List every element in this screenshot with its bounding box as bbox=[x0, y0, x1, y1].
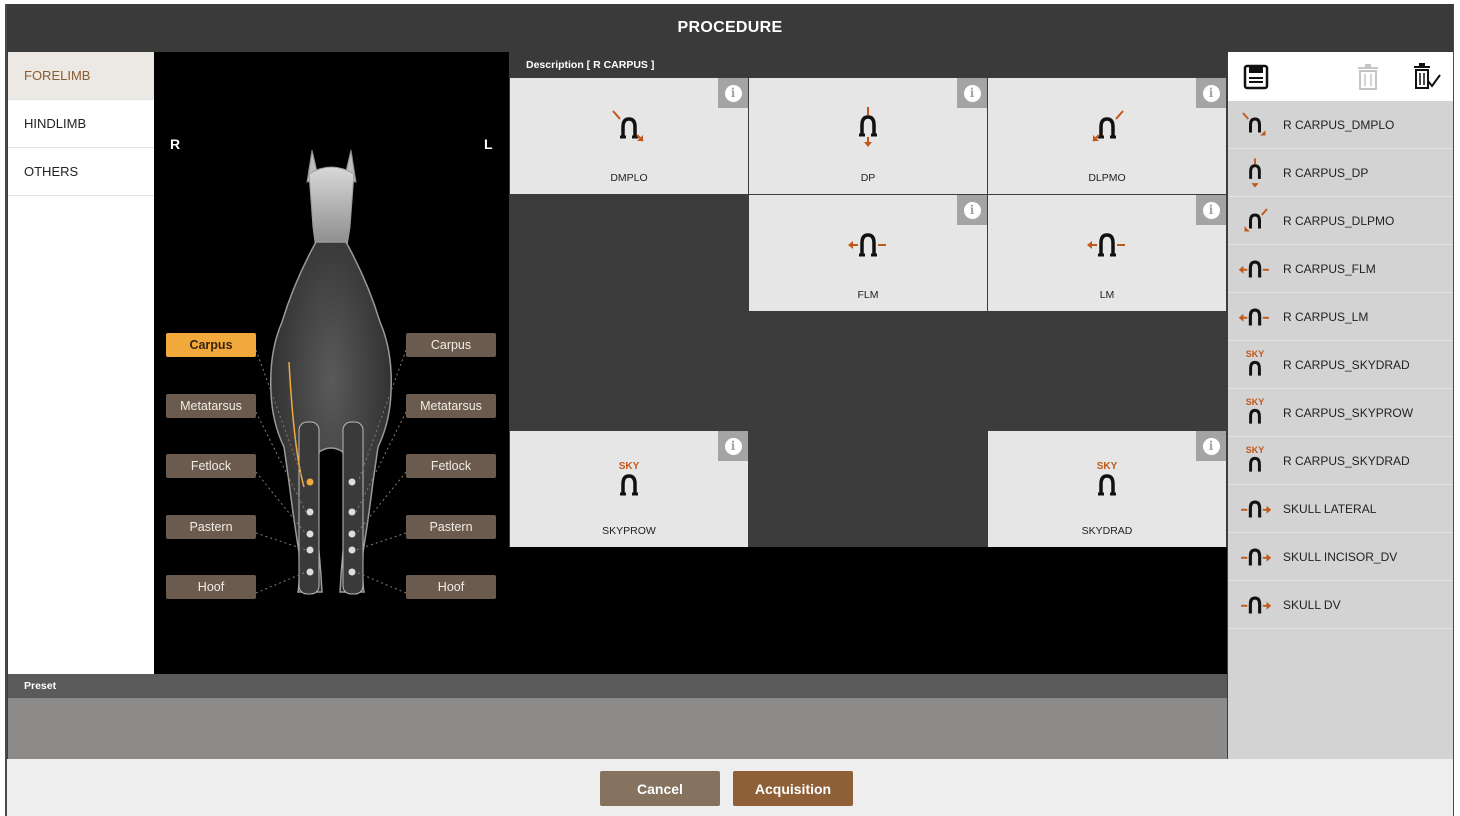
horseshoe-arrow-dmplo-icon bbox=[510, 102, 748, 152]
delete-icon[interactable] bbox=[1353, 62, 1383, 92]
procedure-item[interactable]: SKULL DV bbox=[1228, 581, 1453, 629]
projection-cell-dmplo[interactable]: i DMPLO bbox=[510, 78, 748, 194]
horseshoe-sky-icon: SKY bbox=[510, 455, 748, 505]
procedure-item[interactable]: SKULL INCISOR_DV bbox=[1228, 533, 1453, 581]
projection-caption: SKYPROW bbox=[602, 525, 656, 537]
category-hindlimb[interactable]: HINDLIMB bbox=[8, 100, 154, 148]
projection-cell-skyprow[interactable]: i SKY SKYPROW bbox=[510, 431, 748, 547]
procedure-item-label: R CARPUS_LM bbox=[1283, 309, 1369, 324]
procedure-item[interactable]: R CARPUS_FLM bbox=[1228, 245, 1453, 293]
delete-all-icon[interactable] bbox=[1412, 62, 1442, 92]
part-left-carpus[interactable]: Carpus bbox=[406, 333, 496, 357]
save-icon[interactable] bbox=[1241, 62, 1271, 92]
procedure-item[interactable]: R CARPUS_DMPLO bbox=[1228, 101, 1453, 149]
category-list: FORELIMB HINDLIMB OTHERS bbox=[8, 52, 154, 674]
grid-empty-area bbox=[509, 547, 1227, 674]
procedure-item-label: SKULL INCISOR_DV bbox=[1283, 549, 1398, 564]
horseshoe-arrow-dp-icon bbox=[749, 102, 987, 152]
horse-panel: R L Carpus Metatarsus Fetlock Pastern Ho… bbox=[154, 52, 509, 674]
procedure-item[interactable]: R CARPUS_DLPMO bbox=[1228, 197, 1453, 245]
horseshoe-sky-icon: SKY bbox=[1232, 441, 1278, 481]
procedure-item-label: R CARPUS_DLPMO bbox=[1283, 213, 1395, 228]
projection-cell-flm[interactable]: i FLM bbox=[749, 195, 987, 311]
projection-caption: LM bbox=[1099, 289, 1115, 301]
horseshoe-arrow-dmplo-icon bbox=[1232, 105, 1278, 145]
part-left-metatarsus[interactable]: Metatarsus bbox=[406, 394, 496, 418]
procedure-toolbar bbox=[1228, 52, 1453, 101]
procedure-list-panel: R CARPUS_DMPLO R CARPUS_DP R CARPUS_DLPM… bbox=[1228, 52, 1453, 759]
part-right-pastern[interactable]: Pastern bbox=[166, 515, 256, 539]
description-bar: Description [ R CARPUS ] bbox=[510, 52, 1227, 77]
horseshoe-sky-icon: SKY bbox=[1232, 345, 1278, 385]
horseshoe-arrow-skull-icon bbox=[1232, 585, 1278, 625]
part-left-fetlock[interactable]: Fetlock bbox=[406, 454, 496, 478]
procedure-item[interactable]: SKY R CARPUS_SKYDRAD bbox=[1228, 437, 1453, 485]
projection-caption: SKYDRAD bbox=[1081, 525, 1133, 537]
window-title: PROCEDURE bbox=[7, 4, 1453, 52]
acquisition-button[interactable]: Acquisition bbox=[733, 771, 853, 806]
projection-cell-skydrad[interactable]: i SKY SKYDRAD bbox=[988, 431, 1226, 547]
procedure-item[interactable]: R CARPUS_LM bbox=[1228, 293, 1453, 341]
procedure-item-label: R CARPUS_FLM bbox=[1283, 261, 1376, 276]
preset-header: Preset bbox=[8, 674, 1227, 698]
horseshoe-sky-icon: SKY bbox=[1232, 393, 1278, 433]
procedure-item[interactable]: SKY R CARPUS_SKYDRAD bbox=[1228, 341, 1453, 389]
projection-caption: DP bbox=[860, 172, 876, 184]
part-right-fetlock[interactable]: Fetlock bbox=[166, 454, 256, 478]
horseshoe-arrow-skull-icon bbox=[1232, 537, 1278, 577]
projection-caption: DMPLO bbox=[610, 172, 648, 184]
horseshoe-arrow-lm-icon bbox=[988, 219, 1226, 269]
horseshoe-arrow-dp-icon bbox=[1232, 153, 1278, 193]
sky-label: SKY bbox=[618, 461, 640, 472]
projection-cell-dlpmo[interactable]: i DLPMO bbox=[988, 78, 1226, 194]
procedure-item-label: SKULL DV bbox=[1283, 597, 1341, 612]
footer-bar: Cancel Acquisition bbox=[7, 759, 1453, 816]
horseshoe-arrow-dlpmo-icon bbox=[988, 102, 1226, 152]
part-left-hoof[interactable]: Hoof bbox=[406, 575, 496, 599]
preset-area[interactable] bbox=[8, 698, 1227, 759]
projection-cell-dp[interactable]: i DP bbox=[749, 78, 987, 194]
procedure-item[interactable]: SKULL LATERAL bbox=[1228, 485, 1453, 533]
part-left-pastern[interactable]: Pastern bbox=[406, 515, 496, 539]
procedure-item-label: R CARPUS_SKYPROW bbox=[1283, 405, 1414, 420]
cancel-button[interactable]: Cancel bbox=[600, 771, 720, 806]
procedure-item-label: R CARPUS_DMPLO bbox=[1283, 117, 1395, 132]
horseshoe-arrow-dlpmo-icon bbox=[1232, 201, 1278, 241]
procedure-item[interactable]: R CARPUS_DP bbox=[1228, 149, 1453, 197]
part-right-metatarsus[interactable]: Metatarsus bbox=[166, 394, 256, 418]
projection-caption: DLPMO bbox=[1088, 172, 1126, 184]
sky-label: SKY bbox=[1245, 349, 1265, 359]
procedure-item-label: R CARPUS_DP bbox=[1283, 165, 1369, 180]
category-forelimb[interactable]: FORELIMB bbox=[8, 52, 154, 100]
procedure-item-label: R CARPUS_SKYDRAD bbox=[1283, 357, 1410, 372]
sky-label: SKY bbox=[1245, 445, 1265, 455]
horseshoe-sky-icon: SKY bbox=[988, 455, 1226, 505]
procedure-item[interactable]: SKY R CARPUS_SKYPROW bbox=[1228, 389, 1453, 437]
horseshoe-arrow-flm-icon bbox=[749, 219, 987, 269]
sky-label: SKY bbox=[1245, 397, 1265, 407]
horseshoe-arrow-flm-icon bbox=[1232, 249, 1278, 289]
horseshoe-arrow-lm-icon bbox=[1232, 297, 1278, 337]
projection-caption: FLM bbox=[857, 289, 879, 301]
sky-label: SKY bbox=[1096, 461, 1118, 472]
projection-cell-lm[interactable]: i LM bbox=[988, 195, 1226, 311]
category-others[interactable]: OTHERS bbox=[8, 148, 154, 196]
part-right-hoof[interactable]: Hoof bbox=[166, 575, 256, 599]
procedure-item-label: R CARPUS_SKYDRAD bbox=[1283, 453, 1410, 468]
part-right-carpus[interactable]: Carpus bbox=[166, 333, 256, 357]
horseshoe-arrow-skull-icon bbox=[1232, 489, 1278, 529]
procedure-item-label: SKULL LATERAL bbox=[1283, 501, 1377, 516]
